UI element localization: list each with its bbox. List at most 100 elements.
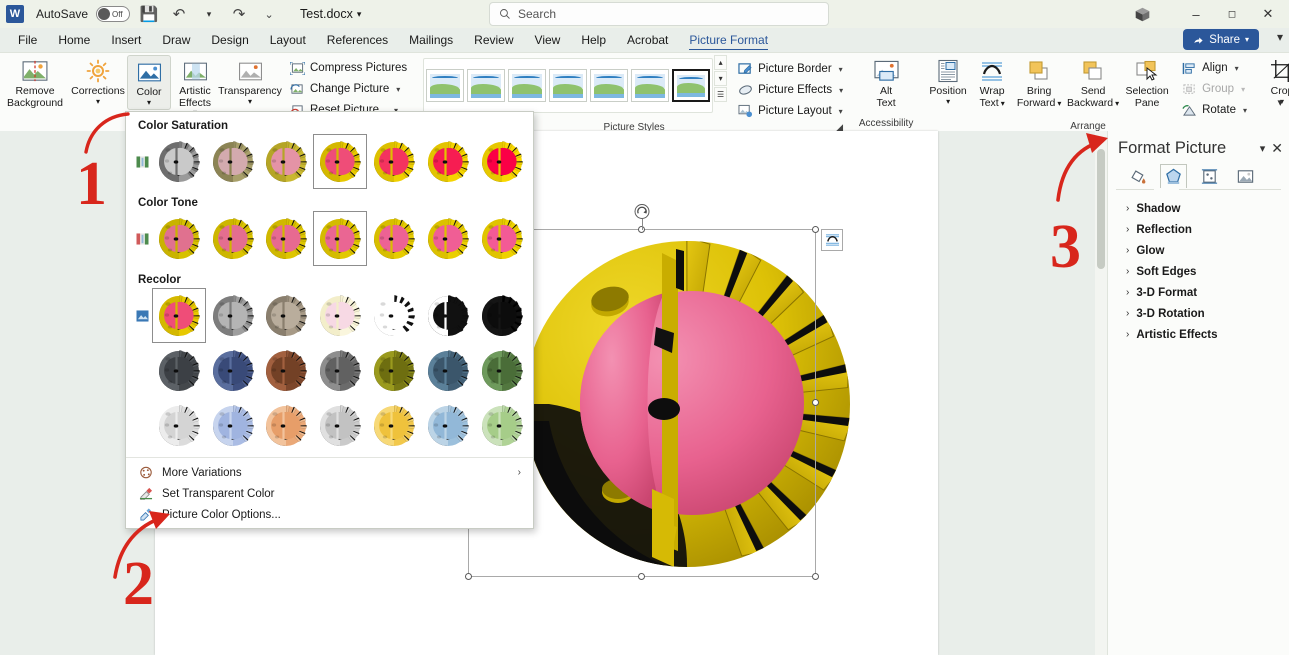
recolor-light-orange[interactable]	[259, 398, 313, 453]
gallery-more-icon[interactable]: ☰	[714, 87, 728, 102]
chevron-down-icon[interactable]: ▾	[1260, 142, 1266, 155]
recolor-light-yellow[interactable]	[367, 398, 421, 453]
saturation-66[interactable]	[259, 134, 313, 189]
color-button[interactable]: Color ▾	[127, 55, 171, 110]
rotate-button[interactable]: Rotate ▾	[1177, 100, 1251, 120]
chevron-down-icon[interactable]: ▾	[248, 97, 252, 105]
position-button[interactable]: Position ▾	[925, 55, 971, 108]
chevron-down-icon[interactable]: ▾	[839, 65, 843, 74]
resize-handle-bottom-right[interactable]	[812, 573, 819, 580]
tone-4700k[interactable]	[152, 211, 206, 266]
picture-styles-gallery[interactable]	[423, 58, 714, 113]
vertical-scrollbar[interactable]: ▲	[1095, 131, 1107, 655]
recolor-dark-gray2[interactable]	[313, 343, 367, 398]
chevron-down-icon[interactable]: ▾	[147, 98, 151, 106]
recolor-washout[interactable]	[313, 288, 367, 343]
ribbon-tab-acrobat[interactable]: Acrobat	[617, 30, 678, 50]
resize-handle-bottom-left[interactable]	[465, 573, 472, 580]
recolor-light-teal[interactable]	[421, 398, 475, 453]
search-box[interactable]: Search	[489, 2, 829, 26]
format-picture-section-soft-edges[interactable]: › Soft Edges	[1108, 261, 1289, 282]
resize-handle-bottom-center[interactable]	[638, 573, 645, 580]
recolor-grayscale[interactable]	[206, 288, 260, 343]
picture-style-4[interactable]	[590, 69, 629, 102]
wrap-text-button[interactable]: Wrap Text ▾	[971, 55, 1013, 112]
bring-forward-button[interactable]: Bring Forward ▾	[1013, 55, 1065, 112]
recolor-black-and-white-75[interactable]	[475, 288, 529, 343]
corrections-button[interactable]: Corrections ▾	[69, 55, 127, 108]
picture-style-1[interactable]	[467, 69, 506, 102]
tone-8800k[interactable]	[421, 211, 475, 266]
collapse-ribbon-icon[interactable]: ▾	[1277, 96, 1283, 109]
close-button[interactable]: ✕	[1251, 1, 1285, 27]
recolor-sepia[interactable]	[259, 288, 313, 343]
picture-style-2[interactable]	[508, 69, 547, 102]
gallery-scroll-buttons[interactable]: ▴ ▾ ☰	[714, 55, 728, 102]
alt-text-button[interactable]: Alt Text	[857, 55, 915, 112]
effects-tab[interactable]	[1160, 164, 1187, 188]
redo-icon[interactable]: ↷	[228, 3, 250, 25]
ribbon-tab-file[interactable]: File	[8, 30, 47, 50]
picture-style-6[interactable]	[672, 69, 711, 102]
picture-effects-button[interactable]: Picture Effects ▾	[733, 80, 847, 100]
account-icon[interactable]	[1125, 1, 1159, 27]
recolor-light-blue[interactable]	[206, 398, 260, 453]
chevron-down-icon[interactable]: ▾	[839, 86, 843, 95]
saturation-200[interactable]	[421, 134, 475, 189]
recolor-black-and-white-50[interactable]	[421, 288, 475, 343]
color-menu-item-set-transparent-color[interactable]: Set Transparent Color	[126, 483, 533, 504]
picture-layout-button[interactable]: Picture Layout ▾	[733, 101, 847, 121]
layout-properties-tab[interactable]	[1196, 164, 1223, 188]
ribbon-tab-review[interactable]: Review	[464, 30, 523, 50]
color-menu-item-more-variations[interactable]: More Variations ›	[126, 462, 533, 483]
ribbon-tab-references[interactable]: References	[317, 30, 398, 50]
picture-style-5[interactable]	[631, 69, 670, 102]
picture-tab[interactable]	[1232, 164, 1259, 188]
chevron-down-icon[interactable]: ▾	[839, 107, 843, 116]
picture-border-button[interactable]: Picture Border ▾	[733, 59, 847, 79]
ribbon-tab-home[interactable]: Home	[48, 30, 100, 50]
align-button[interactable]: Align ▾	[1177, 58, 1251, 78]
autosave-toggle[interactable]: Off	[96, 6, 131, 22]
recolor-light-gray2[interactable]	[313, 398, 367, 453]
recolor-dark-teal[interactable]	[421, 343, 475, 398]
gallery-scroll-down-icon[interactable]: ▾	[714, 71, 728, 86]
format-picture-section-artistic-effects[interactable]: › Artistic Effects	[1108, 324, 1289, 345]
saturation-33[interactable]	[206, 134, 260, 189]
tone-7200k[interactable]	[367, 211, 421, 266]
rotate-handle-icon[interactable]	[634, 204, 650, 219]
chevron-down-icon[interactable]: ▾	[396, 85, 400, 94]
remove-background-button[interactable]: Remove Background	[6, 55, 64, 112]
saturation-300[interactable]	[475, 134, 529, 189]
artistic-effects-button[interactable]: Artistic Effects ▾	[171, 55, 219, 119]
document-name[interactable]: Test.docx ▾	[300, 7, 361, 21]
color-dropdown-menu[interactable]: Color Saturation Color Tone Recolor More V…	[125, 111, 534, 529]
undo-dropdown-caret-icon[interactable]: ▾	[198, 3, 220, 25]
chevron-down-icon[interactable]: ▾	[1001, 99, 1005, 107]
recolor-black-and-white-25[interactable]	[367, 288, 421, 343]
fill-and-line-tab[interactable]	[1124, 164, 1151, 188]
close-icon[interactable]: ✕	[1271, 140, 1283, 157]
chevron-down-icon[interactable]: ▾	[1057, 99, 1061, 107]
save-icon[interactable]: 💾	[138, 3, 160, 25]
resize-handle-middle-right[interactable]	[812, 399, 819, 406]
selection-pane-button[interactable]: Selection Pane	[1121, 55, 1173, 112]
format-picture-section-3-d-format[interactable]: › 3-D Format	[1108, 282, 1289, 303]
format-picture-section-reflection[interactable]: › Reflection	[1108, 219, 1289, 240]
format-picture-section-3-d-rotation[interactable]: › 3-D Rotation	[1108, 303, 1289, 324]
minimize-button[interactable]: –	[1179, 1, 1213, 27]
recolor-light-gray[interactable]	[152, 398, 206, 453]
undo-icon[interactable]: ↶	[168, 3, 190, 25]
picture-style-0[interactable]	[426, 69, 465, 102]
ribbon-tab-design[interactable]: Design	[201, 30, 258, 50]
change-picture-button[interactable]: Change Picture ▾	[285, 79, 411, 99]
gallery-scroll-up-icon[interactable]: ▴	[714, 55, 728, 70]
saturation-100[interactable]	[313, 134, 368, 189]
transparency-button[interactable]: Transparency ▾	[218, 55, 282, 108]
format-picture-section-shadow[interactable]: › Shadow	[1108, 198, 1289, 219]
picture-style-3[interactable]	[549, 69, 588, 102]
recolor-dark-green[interactable]	[475, 343, 529, 398]
saturation-133[interactable]	[367, 134, 421, 189]
chevron-down-icon[interactable]: ▾	[1243, 106, 1247, 115]
crop-button[interactable]: Crop ▾	[1261, 55, 1289, 108]
